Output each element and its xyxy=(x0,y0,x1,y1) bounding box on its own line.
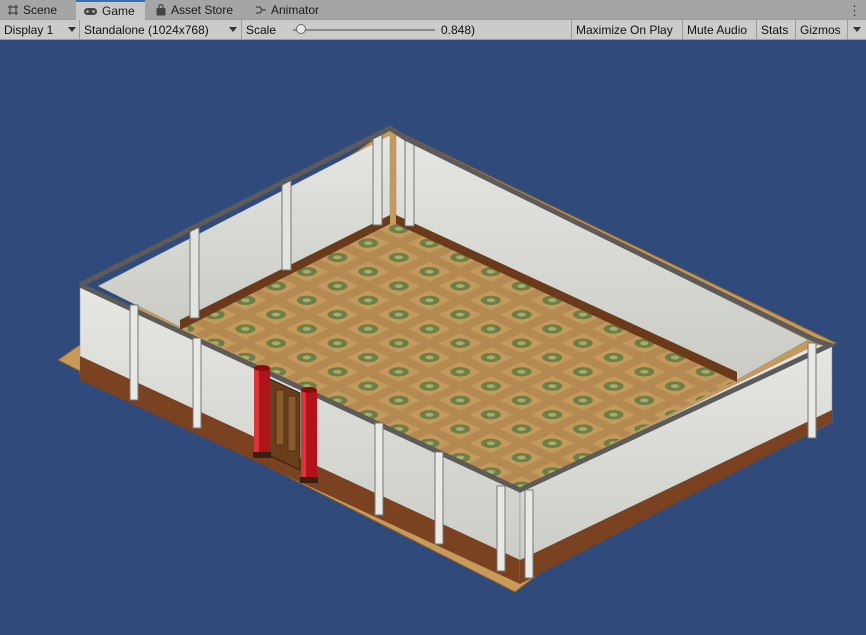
wall-pillar xyxy=(434,451,444,545)
grid-icon xyxy=(8,5,18,15)
scale-slider-thumb[interactable] xyxy=(295,24,306,34)
scale-value: 0.848) xyxy=(441,22,476,37)
resolution-dropdown[interactable]: Standalone (1024x768) xyxy=(80,20,242,39)
gizmos-toggle[interactable]: Gizmos xyxy=(796,20,848,39)
wall-pillar xyxy=(374,422,384,516)
mute-audio-toggle[interactable]: Mute Audio xyxy=(683,20,757,39)
wall-pillar xyxy=(524,489,534,579)
red-pillar-left xyxy=(253,365,271,458)
maximize-on-play-toggle[interactable]: Maximize On Play xyxy=(572,20,683,39)
more-options-icon[interactable]: ⋮ xyxy=(848,3,861,19)
editor-tab-bar: Scene Game Asset Store Animator ⋮ xyxy=(0,0,866,20)
tab-animator-label: Animator xyxy=(271,3,320,17)
animator-icon xyxy=(256,6,266,14)
chevron-down-icon xyxy=(68,27,76,32)
tab-game-label: Game xyxy=(102,4,135,18)
gizmos-label: Gizmos xyxy=(800,22,841,37)
wall-pillar xyxy=(404,139,415,227)
tab-asset-store[interactable]: Asset Store xyxy=(148,0,244,20)
red-pillar-right xyxy=(300,387,318,483)
isometric-room-render xyxy=(57,125,837,593)
scale-slider-track[interactable] xyxy=(293,29,435,31)
gamepad-icon xyxy=(84,8,97,15)
tab-animator[interactable]: Animator xyxy=(248,0,334,20)
wall-pillar xyxy=(189,227,200,319)
tab-scene[interactable]: Scene xyxy=(0,0,74,20)
gizmos-dropdown[interactable] xyxy=(848,20,866,39)
chevron-down-icon xyxy=(853,27,861,32)
tab-game[interactable]: Game xyxy=(76,0,145,20)
display-dropdown-label: Display 1 xyxy=(4,22,54,37)
scale-label: Scale xyxy=(246,22,277,37)
maximize-on-play-label: Maximize On Play xyxy=(576,22,673,37)
wall-pillar xyxy=(496,485,506,572)
chevron-down-icon xyxy=(229,27,237,32)
stats-toggle[interactable]: Stats xyxy=(757,20,796,39)
wall-pillar xyxy=(281,179,292,271)
resolution-dropdown-label: Standalone (1024x768) xyxy=(84,22,209,37)
display-dropdown[interactable]: Display 1 xyxy=(0,20,80,39)
bag-icon xyxy=(156,4,166,16)
wall-pillar xyxy=(129,304,139,401)
wall-pillar xyxy=(372,134,383,226)
mute-audio-label: Mute Audio xyxy=(687,22,748,37)
stats-label: Stats xyxy=(761,22,789,37)
game-viewport[interactable] xyxy=(0,40,866,635)
wall-pillar xyxy=(807,342,817,439)
tab-scene-label: Scene xyxy=(23,3,58,17)
tab-asset-store-label: Asset Store xyxy=(171,3,234,17)
wall-pillar xyxy=(192,337,202,429)
